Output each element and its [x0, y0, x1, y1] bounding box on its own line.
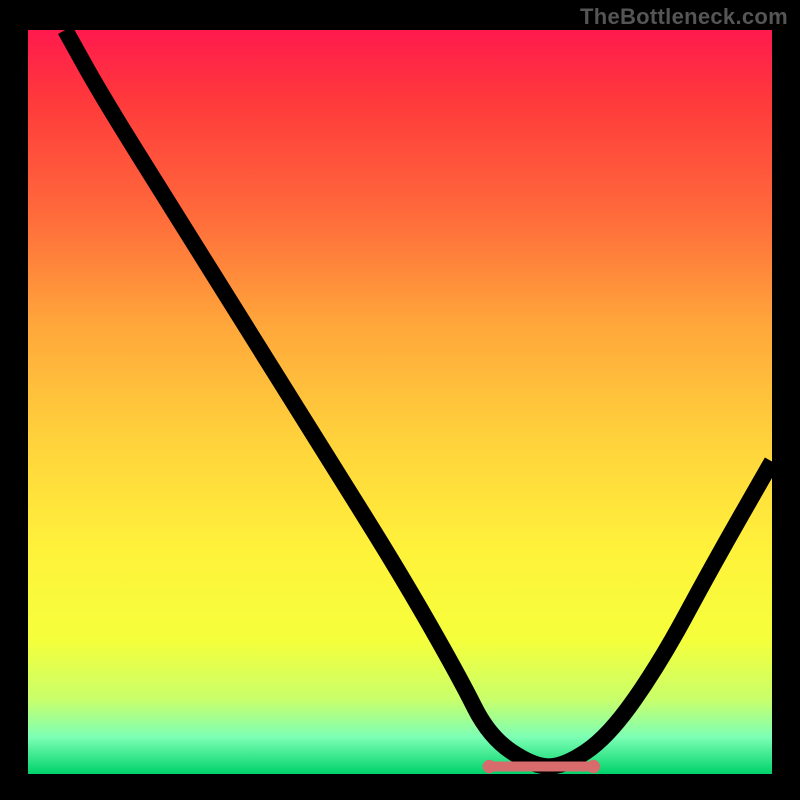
bottleneck-curve: [65, 30, 772, 767]
optimal-range-start-dot: [483, 760, 496, 773]
attribution-text: TheBottleneck.com: [580, 4, 788, 30]
plot-area: [28, 30, 772, 774]
curve-layer: [28, 30, 772, 774]
chart-frame: TheBottleneck.com: [0, 0, 800, 800]
optimal-range-end-dot: [587, 760, 600, 773]
